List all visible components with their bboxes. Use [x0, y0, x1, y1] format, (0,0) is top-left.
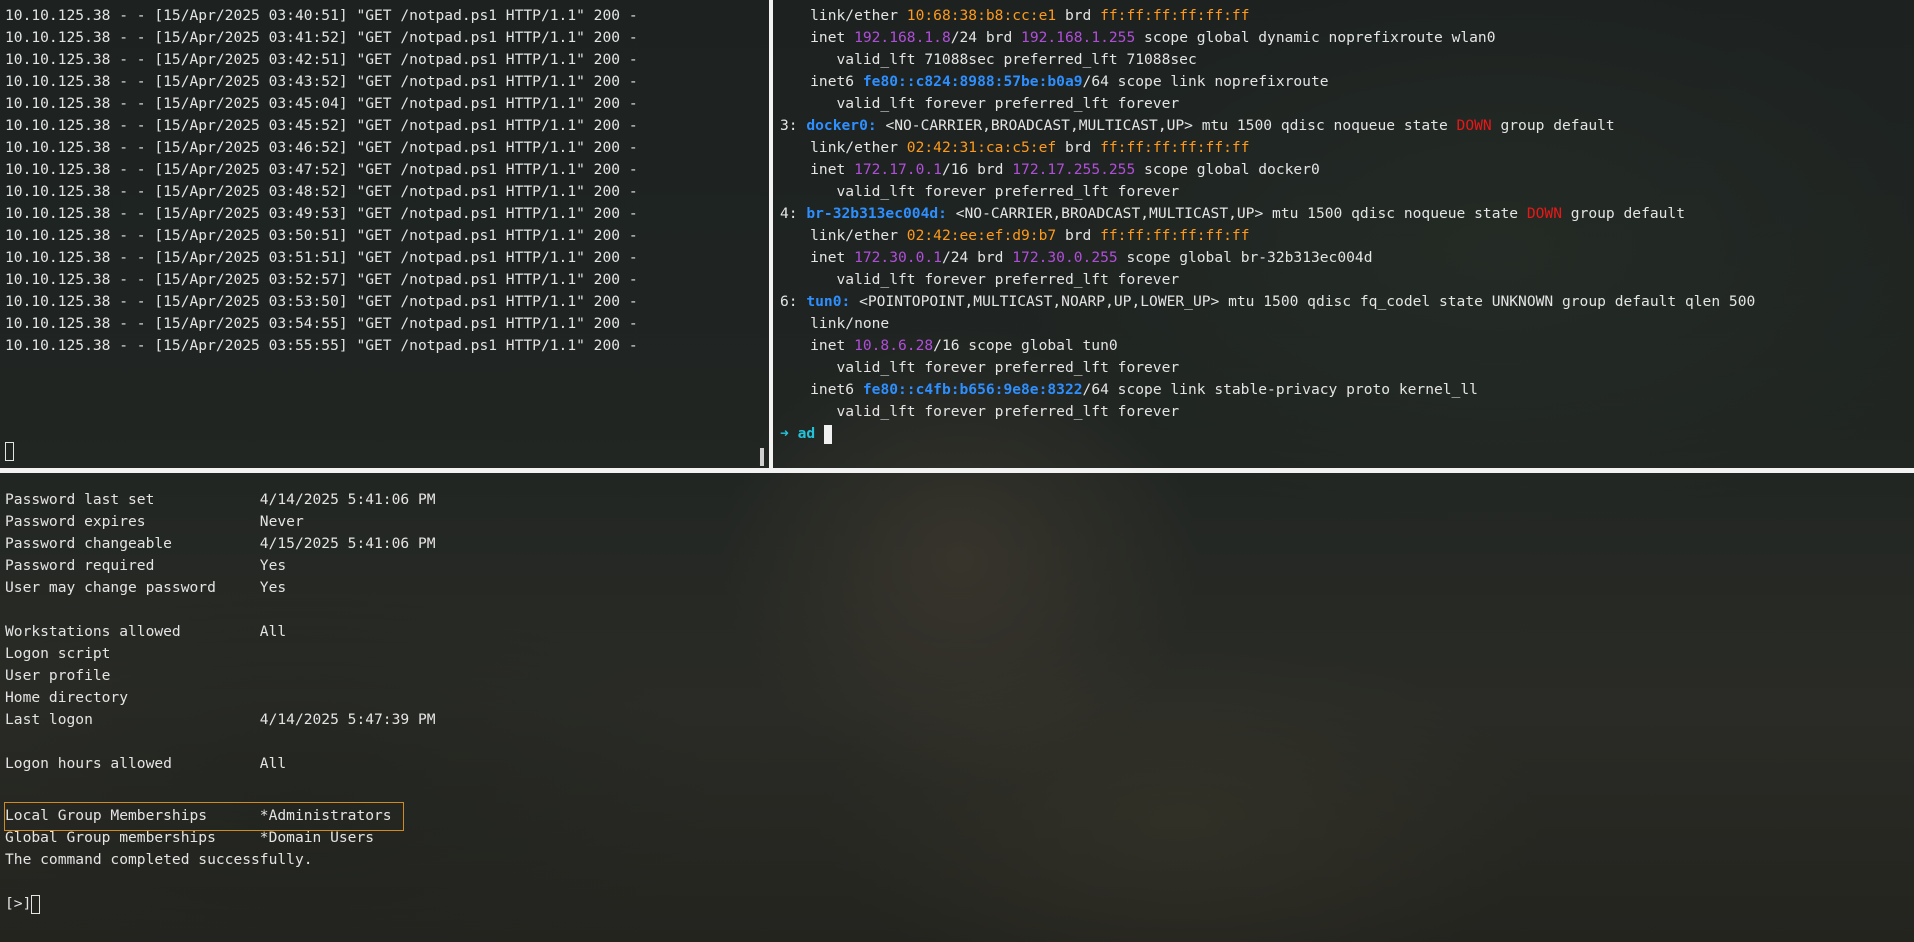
powershell-prompt[interactable]: [>] — [5, 893, 41, 915]
log-line: 10.10.125.38 - - [15/Apr/2025 03:45:52] … — [5, 117, 638, 134]
ipv6-address: fe80::c4fb:b656:9e8e:8322 — [862, 381, 1083, 398]
ip-address: 172.17.0.1 — [854, 161, 942, 178]
output-line: The command completed successfully. — [5, 851, 313, 868]
mac-address: 10:68:38:b8:cc:e1 — [906, 7, 1057, 24]
output-line: valid_lft forever preferred_lft forever — [775, 359, 1180, 376]
log-line: 10.10.125.38 - - [15/Apr/2025 03:42:51] … — [5, 51, 638, 68]
interface-name: br-32b313ec004d: — [806, 205, 947, 222]
interface-name: docker0: — [806, 117, 877, 134]
output-line: valid_lft forever preferred_lft forever — [775, 271, 1180, 288]
mac-address: 02:42:ee:ef:d9:b7 — [906, 227, 1057, 244]
broadcast-ip: 172.30.0.255 — [1012, 249, 1118, 266]
interface-name: tun0: — [806, 293, 851, 310]
broadcast-mac: ff:ff:ff:ff:ff:ff — [1100, 7, 1250, 24]
ipv6-address: fe80::c824:8988:57be:b0a9 — [862, 73, 1083, 90]
prompt-input-text[interactable]: ad — [798, 425, 816, 442]
cursor-box — [31, 894, 41, 914]
output-line: inet 172.30.0.1/24 brd 172.30.0.255 scop… — [775, 249, 1373, 266]
output-line: valid_lft forever preferred_lft forever — [775, 95, 1180, 112]
output-line: 3: docker0: <NO-CARRIER,BROADCAST,MULTIC… — [780, 117, 1615, 134]
output-line: Password last set 4/14/2025 5:41:06 PM — [5, 491, 436, 508]
state-down: DOWN — [1526, 205, 1562, 222]
output-line: valid_lft forever preferred_lft forever — [775, 403, 1180, 420]
output-line: valid_lft 71088sec preferred_lft 71088se… — [775, 51, 1197, 68]
log-line: 10.10.125.38 - - [15/Apr/2025 03:41:52] … — [5, 29, 638, 46]
log-line: 10.10.125.38 - - [15/Apr/2025 03:54:55] … — [5, 315, 638, 332]
output-line: Global Group memberships *Domain Users — [5, 829, 375, 846]
output-line: 4: br-32b313ec004d: <NO-CARRIER,BROADCAS… — [780, 205, 1686, 222]
output-line: inet 172.17.0.1/16 brd 172.17.255.255 sc… — [775, 161, 1320, 178]
output-line: User may change password Yes — [5, 579, 287, 596]
net-user-output-pane[interactable]: Password last set 4/14/2025 5:41:06 PM P… — [0, 474, 1914, 942]
output-line: User profile — [5, 667, 111, 684]
ip-address: 172.30.0.1 — [854, 249, 942, 266]
log-line: 10.10.125.38 - - [15/Apr/2025 03:46:52] … — [5, 139, 638, 156]
scrollbar-thumb[interactable] — [760, 448, 764, 466]
log-line: 10.10.125.38 - - [15/Apr/2025 03:43:52] … — [5, 73, 638, 90]
ip-address: 10.8.6.28 — [854, 337, 934, 354]
output-line: Workstations allowed All — [5, 623, 287, 640]
output-line: link/ether 10:68:38:b8:cc:e1 brd ff:ff:f… — [775, 7, 1250, 24]
output-line: Logon script — [5, 645, 111, 662]
log-line: 10.10.125.38 - - [15/Apr/2025 03:55:55] … — [5, 337, 638, 354]
mac-address: 02:42:31:ca:c5:ef — [906, 139, 1057, 156]
terminal-cursor[interactable] — [5, 440, 14, 462]
prompt-arrow-icon: ➜ — [780, 425, 789, 442]
output-line: valid_lft forever preferred_lft forever — [775, 183, 1180, 200]
broadcast-mac: ff:ff:ff:ff:ff:ff — [1100, 227, 1250, 244]
log-line: 10.10.125.38 - - [15/Apr/2025 03:49:53] … — [5, 205, 638, 222]
output-line: link/ether 02:42:31:ca:c5:ef brd ff:ff:f… — [775, 139, 1250, 156]
pane-divider-vertical[interactable] — [769, 0, 773, 468]
prompt-symbol: [>] — [5, 895, 32, 912]
broadcast-ip: 192.168.1.255 — [1021, 29, 1136, 46]
ip-address: 192.168.1.8 — [854, 29, 951, 46]
log-line: 10.10.125.38 - - [15/Apr/2025 03:50:51] … — [5, 227, 638, 244]
log-line: 10.10.125.38 - - [15/Apr/2025 03:53:50] … — [5, 293, 638, 310]
output-line: inet6 fe80::c824:8988:57be:b0a9/64 scope… — [775, 73, 1329, 90]
pane-divider-horizontal[interactable] — [0, 468, 1914, 473]
cursor-block — [823, 424, 832, 444]
output-line: Last logon 4/14/2025 5:47:39 PM — [5, 711, 436, 728]
local-group-memberships-line: Local Group Memberships *Administrators — [5, 807, 392, 824]
output-line: 6: tun0: <POINTOPOINT,MULTICAST,NOARP,UP… — [780, 293, 1756, 310]
output-line: link/none — [775, 315, 890, 332]
output-line: Password changeable 4/15/2025 5:41:06 PM — [5, 535, 436, 552]
log-line: 10.10.125.38 - - [15/Apr/2025 03:52:57] … — [5, 271, 638, 288]
output-line: Password expires Never — [5, 513, 304, 530]
output-line: Home directory — [5, 689, 129, 706]
http-server-log-pane[interactable]: 10.10.125.38 - - [15/Apr/2025 03:40:51] … — [0, 0, 769, 468]
state-down: DOWN — [1456, 117, 1492, 134]
cursor-box — [5, 441, 14, 461]
shell-prompt[interactable]: ➜ ad — [780, 423, 832, 445]
output-line: Password required Yes — [5, 557, 287, 574]
output-line: Logon hours allowed All — [5, 755, 287, 772]
output-line: inet 192.168.1.8/24 brd 192.168.1.255 sc… — [775, 29, 1496, 46]
log-line: 10.10.125.38 - - [15/Apr/2025 03:48:52] … — [5, 183, 638, 200]
broadcast-ip: 172.17.255.255 — [1012, 161, 1136, 178]
log-line: 10.10.125.38 - - [15/Apr/2025 03:51:51] … — [5, 249, 638, 266]
output-line: link/ether 02:42:ee:ef:d9:b7 brd ff:ff:f… — [775, 227, 1250, 244]
log-line: 10.10.125.38 - - [15/Apr/2025 03:47:52] … — [5, 161, 638, 178]
ip-addr-output-pane[interactable]: link/ether 10:68:38:b8:cc:e1 brd ff:ff:f… — [775, 0, 1914, 468]
output-line: inet6 fe80::c4fb:b656:9e8e:8322/64 scope… — [775, 381, 1478, 398]
log-line: 10.10.125.38 - - [15/Apr/2025 03:40:51] … — [5, 7, 638, 24]
broadcast-mac: ff:ff:ff:ff:ff:ff — [1100, 139, 1250, 156]
log-line: 10.10.125.38 - - [15/Apr/2025 03:45:04] … — [5, 95, 638, 112]
output-line: inet 10.8.6.28/16 scope global tun0 — [775, 337, 1118, 354]
